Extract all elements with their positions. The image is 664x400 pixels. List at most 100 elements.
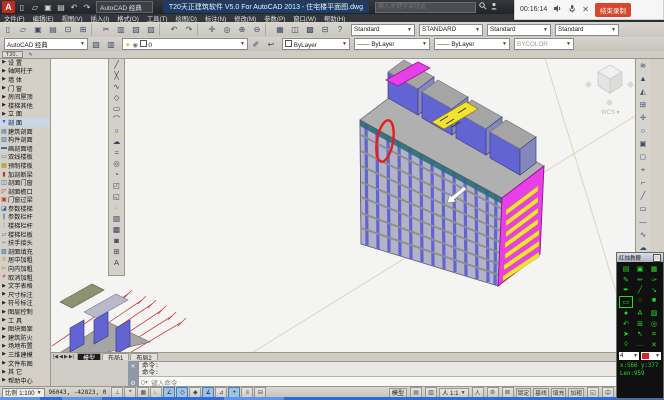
qat-save-icon[interactable]: ▣ (43, 3, 53, 12)
pen-color-dropdown[interactable]: ▼ (641, 352, 661, 360)
line-icon[interactable]: ╱ (111, 59, 123, 70)
search-binoculars-icon[interactable] (479, 2, 487, 12)
line-draw-icon[interactable]: ╱ (633, 285, 647, 296)
insert-block-icon[interactable]: ◰ (111, 180, 123, 191)
menu-group-other[interactable]: ▶ 其 它 (0, 367, 50, 376)
menu-cmd-add-section-beam[interactable]: ▮ 加剖断梁 (0, 170, 50, 179)
command-prompt-icon[interactable]: ▢▾ (141, 379, 148, 386)
hatch-icon[interactable]: ▨ (111, 213, 123, 224)
close-recorder-icon[interactable]: ✕ (582, 5, 589, 14)
cursor-icon[interactable]: ↖ (633, 329, 647, 340)
signin-user-icon[interactable] (490, 2, 498, 12)
microphone-icon[interactable] (568, 4, 576, 15)
rect-draw-icon[interactable]: ▭ (619, 296, 633, 309)
command-window[interactable]: 命令:命令: ▢▾ 键入命令 (138, 361, 664, 387)
menu-group-dimension[interactable]: ▶ 尺寸标注 (0, 290, 50, 299)
layer-dropdown[interactable]: ☀ ◉ 0 ▼ (122, 38, 248, 50)
brush-icon[interactable]: ✑ (647, 275, 661, 286)
qat-redo-icon[interactable]: ↷ (82, 3, 92, 12)
pan-icon[interactable]: ✛ (205, 23, 219, 37)
arc-icon[interactable]: ⌒ (111, 114, 123, 125)
speaker-icon[interactable] (553, 4, 562, 15)
menu-cmd-handrail-joint[interactable]: ⌐ 扶手接头 (0, 238, 50, 247)
menu-cmd-center-bold[interactable]: ≡ 居中加粗 (0, 256, 50, 265)
workspace-switch-dropdown[interactable]: AutoCAD 经典▼ (4, 38, 88, 50)
save-icon[interactable]: ▣ (31, 23, 45, 37)
menu-cmd-section-hatch[interactable]: ▨ 剖面填充 (0, 247, 50, 256)
polygon-icon[interactable]: ◇ (111, 92, 123, 103)
menu-group-tools[interactable]: ▶ 工 具 (0, 316, 50, 325)
layer-previous-icon[interactable]: ↩ (264, 37, 278, 51)
model-space-button[interactable]: 模型 (389, 388, 407, 398)
scale-dropdown[interactable]: 比例 1:100▼ (2, 388, 45, 398)
arrow-draw-icon[interactable]: ↘ (647, 285, 661, 296)
spline-icon[interactable]: ≈ (111, 147, 123, 158)
highlighter-icon[interactable]: ✏ (633, 275, 647, 286)
menu-group-layer-control[interactable]: ▶ 图层控制 (0, 307, 50, 316)
layer-properties-icon[interactable]: ▧ (89, 37, 103, 51)
box-tool-icon[interactable]: ◻ (637, 150, 649, 163)
t20-edit-icon[interactable]: ✎ (29, 52, 33, 58)
zoom-previous-icon[interactable]: ⊖ (250, 23, 264, 37)
redo-icon[interactable]: ↷ (182, 23, 196, 37)
lineweight-dropdown[interactable]: —— ByLayer▼ (434, 38, 510, 50)
clear-screen-icon[interactable]: … (633, 340, 647, 351)
new-icon[interactable]: ▯ (1, 23, 15, 37)
menu-cmd-cancel-bold[interactable]: ≠ 取消加粗 (0, 273, 50, 282)
menu-cmd-param-stair[interactable]: ◪ 参数楼梯 (0, 204, 50, 213)
extrude-tool-icon[interactable]: ▣ (637, 137, 649, 150)
plot-icon[interactable]: ▤ (46, 23, 60, 37)
tarch-toggle-baseline[interactable]: 基线 (533, 388, 549, 398)
menu-cmd-precast-slab[interactable]: ▦ 预制楼板 (0, 161, 50, 170)
color-dropdown[interactable]: ByLayer▼ (282, 38, 350, 50)
menu-group-3d-modeling[interactable]: ▶ 三维建模 (0, 350, 50, 359)
revision-cloud-icon[interactable]: ☁ (111, 136, 123, 147)
tarch-toggle-fill[interactable]: 填充 (551, 388, 567, 398)
menu-cmd-component-section[interactable]: ▥ 构件剖面 (0, 135, 50, 144)
zoom-realtime-icon[interactable]: ◎ (220, 23, 234, 37)
rect-tool-icon[interactable]: ▭ (637, 202, 649, 215)
separator[interactable] (197, 23, 203, 36)
zoom-window-icon[interactable]: ⊕ (235, 23, 249, 37)
properties-icon[interactable]: ▦ (273, 23, 287, 37)
plot-preview-icon[interactable]: ⊡ (61, 23, 75, 37)
help-icon[interactable]: ? (333, 23, 347, 37)
menu-group-room-roof[interactable]: ▶ 房间屋顶 (0, 92, 50, 101)
circle-icon[interactable]: ○ (111, 125, 123, 136)
rectangle-icon[interactable]: ▭ (111, 103, 123, 114)
qat-new-icon[interactable]: ▯ (17, 3, 27, 12)
make-layer-current-icon[interactable]: ✐ (249, 37, 263, 51)
tarch-toggle-bold[interactable]: 加粗 (568, 388, 584, 398)
grid-tool-icon[interactable]: ⊞ (637, 98, 649, 111)
line-tool-icon[interactable]: ╱ (637, 189, 649, 202)
infocenter-search-input[interactable] (375, 2, 476, 13)
filled-ellipse-icon[interactable]: ● (619, 308, 633, 319)
menu-group-block-pattern[interactable]: ▶ 图块图案 (0, 324, 50, 333)
pointer-icon[interactable]: ➤ (619, 329, 633, 340)
menu-group-symbol[interactable]: ▶ 符号标注 (0, 299, 50, 308)
stop-recording-button[interactable]: 结束录制 (595, 3, 631, 17)
hatch-draw-icon[interactable]: ▨ (647, 308, 661, 319)
filled-rect-icon[interactable]: ■ (647, 296, 661, 307)
open-icon[interactable]: ▱ (16, 23, 30, 37)
make-block-icon[interactable]: ◱ (111, 191, 123, 202)
lamp-icon[interactable]: ¤ (647, 329, 661, 340)
spline-tool-icon[interactable]: ∿ (637, 228, 649, 241)
menu-group-elevation[interactable]: ▶ 立 面 (0, 110, 50, 119)
open-file-icon[interactable]: ▤ (619, 264, 633, 275)
command-palette-grip[interactable]: ✕ ⚙ (128, 361, 138, 389)
multileader-style-dropdown[interactable]: Standard▼ (555, 24, 619, 36)
qat-plot-icon[interactable]: ▤ (56, 3, 66, 12)
menu-group-help-center[interactable]: ▶ 帮助中心 (0, 376, 50, 385)
menu-group-file-layout[interactable]: ▶ 文件布图 (0, 359, 50, 368)
menu-cmd-section-door-window[interactable]: ◫ 剖面门窗 (0, 178, 50, 187)
qat-open-icon[interactable]: ▱ (30, 3, 40, 12)
separator[interactable] (159, 23, 165, 36)
menu-group-site-layout[interactable]: ▶ 场地布置 (0, 342, 50, 351)
workspace-dropdown[interactable]: AutoCAD 经典▼ (96, 1, 153, 13)
mtext-icon[interactable]: A (111, 257, 123, 268)
menu-cmd-inward-bold[interactable]: ⊨ 向内加粗 (0, 264, 50, 273)
screen-icon[interactable]: ▦ (647, 264, 661, 275)
pen-tool-minimize-icon[interactable]: □ (653, 254, 661, 262)
menu-group-fire-protection[interactable]: ▶ 建筑防火 (0, 333, 50, 342)
